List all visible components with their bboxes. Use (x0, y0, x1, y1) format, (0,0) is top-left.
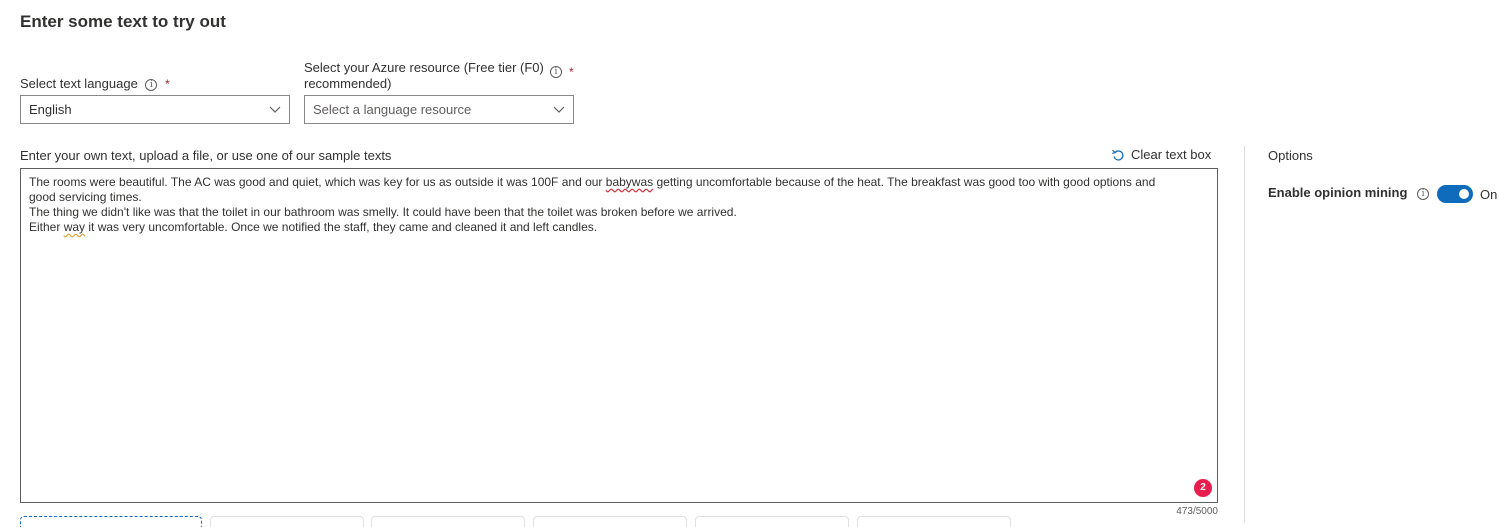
text-line: Either (29, 220, 64, 234)
sample-tab[interactable] (533, 516, 687, 527)
spelling-error[interactable]: babywas (606, 175, 653, 189)
language-label-group: Select text language i * (20, 76, 170, 91)
language-label: Select text language (20, 76, 138, 91)
text-line: good servicing times. (29, 190, 142, 204)
sample-tab[interactable] (857, 516, 1011, 527)
opinion-mining-state: On (1480, 187, 1498, 202)
clear-text-label: Clear text box (1131, 147, 1212, 162)
required-mark: * (569, 65, 574, 79)
character-count: 473/5000 (1176, 506, 1218, 517)
info-icon[interactable]: i (550, 66, 562, 78)
info-icon[interactable]: i (1417, 188, 1430, 200)
sample-tab[interactable] (20, 516, 202, 527)
text-line: it was very uncomfortable. Once we notif… (85, 220, 598, 234)
chevron-down-icon (269, 106, 281, 113)
text-line: The rooms were beautiful. The AC was goo… (29, 175, 606, 189)
sample-tab[interactable] (210, 516, 364, 527)
grammar-warning[interactable]: way (64, 220, 85, 234)
chevron-down-icon (553, 106, 565, 113)
resource-label-line2: recommended) (304, 76, 392, 91)
opinion-mining-label-group: Enable opinion mining i (1268, 185, 1430, 200)
language-select-value: English (29, 102, 72, 117)
sample-tab[interactable] (371, 516, 525, 527)
resource-label-line1: Select your Azure resource (Free tier (F… (304, 60, 544, 75)
toggle-knob (1459, 189, 1469, 199)
required-mark: * (165, 77, 170, 91)
text-line: getting uncomfortable because of the hea… (653, 175, 1156, 189)
opinion-mining-label: Enable opinion mining (1268, 185, 1408, 200)
sample-tab[interactable] (695, 516, 849, 527)
resource-select-placeholder: Select a language resource (313, 102, 472, 117)
options-divider (1244, 146, 1245, 523)
options-title: Options (1268, 148, 1313, 163)
text-input-label: Enter your own text, upload a file, or u… (20, 148, 392, 163)
opinion-mining-toggle[interactable] (1437, 185, 1473, 203)
text-input-area[interactable]: The rooms were beautiful. The AC was goo… (20, 168, 1218, 503)
clear-text-button[interactable]: Clear text box (1111, 147, 1211, 162)
undo-icon (1112, 149, 1124, 161)
issue-count-badge[interactable]: 2 (1194, 479, 1212, 497)
resource-select[interactable]: Select a language resource (304, 95, 574, 124)
page-title: Enter some text to try out (20, 12, 226, 31)
language-select[interactable]: English (20, 95, 290, 124)
resource-label-group: Select your Azure resource (Free tier (F… (304, 60, 574, 92)
text-line: The thing we didn't like was that the to… (29, 205, 737, 219)
info-icon[interactable]: i (145, 79, 158, 91)
